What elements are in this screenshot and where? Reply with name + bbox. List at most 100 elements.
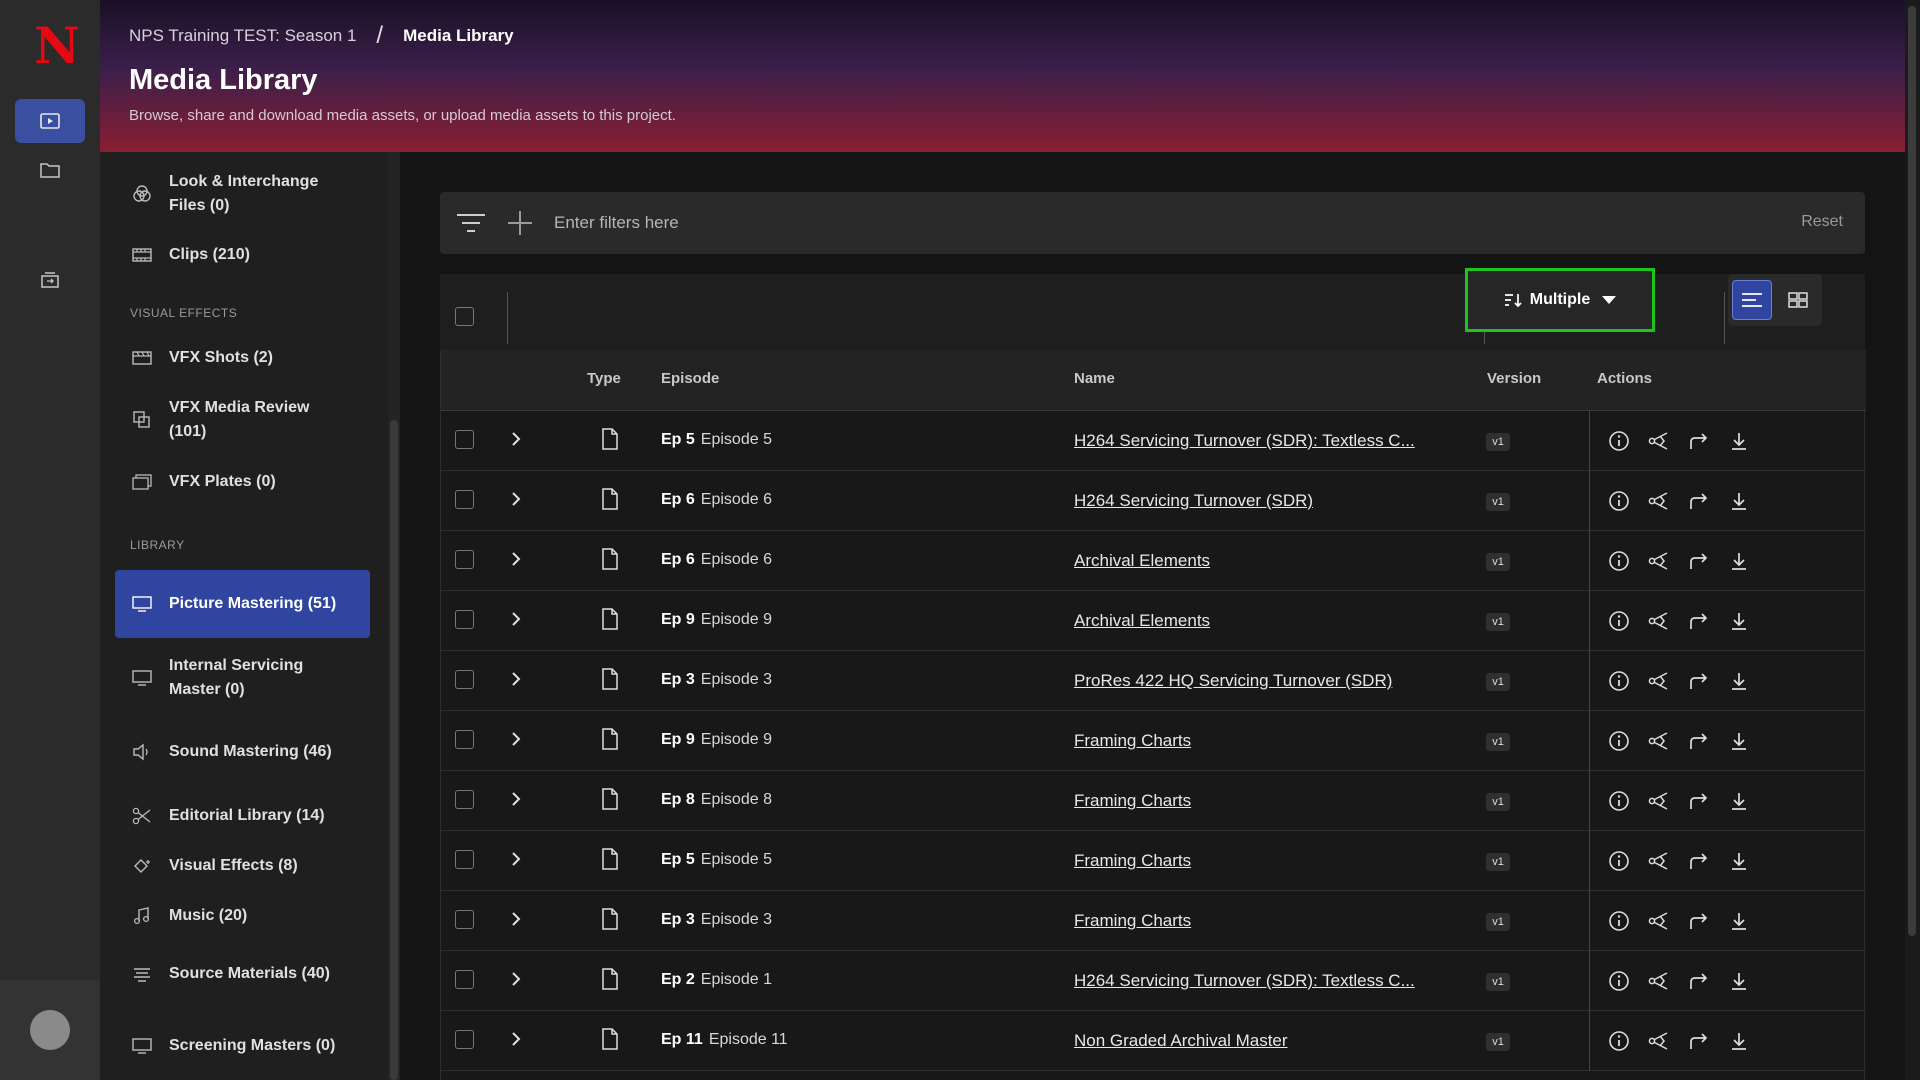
table-row[interactable]: Ep 8 Episode 8 Framing Charts v1 <box>441 771 1866 831</box>
row-checkbox[interactable] <box>455 850 474 869</box>
asset-name-link[interactable]: Non Graded Archival Master <box>1074 1031 1288 1051</box>
column-header-type[interactable]: Type <box>587 370 621 387</box>
share-icon[interactable] <box>1645 728 1673 754</box>
sidebar-item-screening-masters[interactable]: Screening Masters (0) <box>115 1018 370 1074</box>
chevron-right-icon[interactable] <box>509 609 523 634</box>
row-checkbox[interactable] <box>455 490 474 509</box>
download-icon[interactable] <box>1725 548 1753 574</box>
sidebar-item-clips[interactable]: Clips (210) <box>115 235 370 275</box>
download-icon[interactable] <box>1725 908 1753 934</box>
sidebar-item-vfx-plates[interactable]: VFX Plates (0) <box>115 462 370 502</box>
forward-icon[interactable] <box>1685 608 1713 634</box>
column-header-version[interactable]: Version <box>1487 370 1541 387</box>
row-checkbox[interactable] <box>455 790 474 809</box>
info-icon[interactable] <box>1605 608 1633 634</box>
asset-name-link[interactable]: Framing Charts <box>1074 851 1191 871</box>
info-icon[interactable] <box>1605 848 1633 874</box>
sidebar-item-source-materials[interactable]: Source Materials (40) <box>115 946 370 1002</box>
row-checkbox[interactable] <box>455 550 474 569</box>
sidebar-item-sound-mastering[interactable]: Sound Mastering (46) <box>115 724 370 780</box>
info-icon[interactable] <box>1605 668 1633 694</box>
share-icon[interactable] <box>1645 968 1673 994</box>
row-checkbox[interactable] <box>455 970 474 989</box>
share-icon[interactable] <box>1645 908 1673 934</box>
filter-input[interactable] <box>554 192 1654 254</box>
chevron-right-icon[interactable] <box>509 549 523 574</box>
download-icon[interactable] <box>1725 428 1753 454</box>
info-icon[interactable] <box>1605 548 1633 574</box>
column-header-name[interactable]: Name <box>1074 370 1115 387</box>
reset-button[interactable]: Reset <box>1801 213 1843 231</box>
table-row[interactable]: Ep 9 Episode 9 Framing Charts v1 <box>441 711 1866 771</box>
table-row[interactable]: Ep 11 Episode 11 Non Graded Archival Mast… <box>441 1011 1866 1071</box>
share-icon[interactable] <box>1645 548 1673 574</box>
share-icon[interactable] <box>1645 668 1673 694</box>
table-row[interactable]: Ep 3 Episode 3 Framing Charts v1 <box>441 891 1866 951</box>
download-icon[interactable] <box>1725 608 1753 634</box>
table-row[interactable]: Ep 2 Episode 1 H264 Servicing Turnover (S… <box>441 951 1866 1011</box>
media-library-icon[interactable] <box>15 99 85 143</box>
select-all-checkbox[interactable] <box>455 307 474 326</box>
asset-name-link[interactable]: H264 Servicing Turnover (SDR): Textless … <box>1074 431 1415 451</box>
info-icon[interactable] <box>1605 908 1633 934</box>
share-icon[interactable] <box>1645 788 1673 814</box>
row-checkbox[interactable] <box>455 610 474 629</box>
row-checkbox[interactable] <box>455 670 474 689</box>
asset-name-link[interactable]: H264 Servicing Turnover (SDR) <box>1074 491 1313 511</box>
filter-icon[interactable] <box>456 210 486 241</box>
download-icon[interactable] <box>1725 968 1753 994</box>
asset-name-link[interactable]: Archival Elements <box>1074 611 1210 631</box>
download-icon[interactable] <box>1725 728 1753 754</box>
list-view-button[interactable] <box>1732 280 1772 320</box>
info-icon[interactable] <box>1605 428 1633 454</box>
info-icon[interactable] <box>1605 1028 1633 1054</box>
netflix-logo[interactable]: N <box>34 16 80 75</box>
row-checkbox[interactable] <box>455 430 474 449</box>
sidebar-scrollbar[interactable] <box>390 420 398 1080</box>
sidebar-item-music[interactable]: Music (20) <box>115 896 370 936</box>
column-header-episode[interactable]: Episode <box>661 370 719 387</box>
forward-icon[interactable] <box>1685 668 1713 694</box>
chevron-right-icon[interactable] <box>509 909 523 934</box>
chevron-right-icon[interactable] <box>509 789 523 814</box>
forward-icon[interactable] <box>1685 1028 1713 1054</box>
page-scrollbar[interactable] <box>1908 6 1916 936</box>
download-icon[interactable] <box>1725 1028 1753 1054</box>
sidebar-item-look-interchange[interactable]: Look & Interchange Files (0) <box>115 166 370 222</box>
forward-icon[interactable] <box>1685 728 1713 754</box>
breadcrumb-project[interactable]: NPS Training TEST: Season 1 <box>129 26 356 46</box>
chevron-right-icon[interactable] <box>509 969 523 994</box>
forward-icon[interactable] <box>1685 968 1713 994</box>
share-icon[interactable] <box>1645 848 1673 874</box>
forward-icon[interactable] <box>1685 788 1713 814</box>
forward-icon[interactable] <box>1685 908 1713 934</box>
chevron-right-icon[interactable] <box>509 1029 523 1054</box>
sidebar-item-editorial-library[interactable]: Editorial Library (14) <box>115 796 370 836</box>
table-row[interactable]: Ep 3 Episode 3 ProRes 422 HQ Servicing Tu… <box>441 651 1866 711</box>
forward-icon[interactable] <box>1685 428 1713 454</box>
sidebar-item-vfx-shots[interactable]: VFX Shots (2) <box>115 338 370 378</box>
table-row[interactable]: Ep 6 Episode 6 Archival Elements v1 <box>441 531 1866 591</box>
download-icon[interactable] <box>1725 488 1753 514</box>
download-icon[interactable] <box>1725 668 1753 694</box>
info-icon[interactable] <box>1605 728 1633 754</box>
table-row[interactable]: Ep 5 Episode 5 H264 Servicing Turnover (S… <box>441 411 1866 471</box>
sidebar-item-vfx-media-review[interactable]: VFX Media Review (101) <box>115 392 370 448</box>
row-checkbox[interactable] <box>455 910 474 929</box>
transfers-icon[interactable] <box>15 258 85 302</box>
table-row[interactable]: Ep 5 Episode 5 Framing Charts v1 <box>441 831 1866 891</box>
chevron-right-icon[interactable] <box>509 489 523 514</box>
asset-name-link[interactable]: H264 Servicing Turnover (SDR): Textless … <box>1074 971 1415 991</box>
asset-name-link[interactable]: Framing Charts <box>1074 791 1191 811</box>
info-icon[interactable] <box>1605 788 1633 814</box>
info-icon[interactable] <box>1605 968 1633 994</box>
download-icon[interactable] <box>1725 848 1753 874</box>
sort-button[interactable]: Multiple <box>1465 268 1655 332</box>
chevron-right-icon[interactable] <box>509 429 523 454</box>
share-icon[interactable] <box>1645 1028 1673 1054</box>
download-icon[interactable] <box>1725 788 1753 814</box>
grid-view-button[interactable] <box>1778 280 1818 320</box>
table-row[interactable]: Ep 6 Episode 6 H264 Servicing Turnover (S… <box>441 471 1866 531</box>
asset-name-link[interactable]: Archival Elements <box>1074 551 1210 571</box>
forward-icon[interactable] <box>1685 488 1713 514</box>
